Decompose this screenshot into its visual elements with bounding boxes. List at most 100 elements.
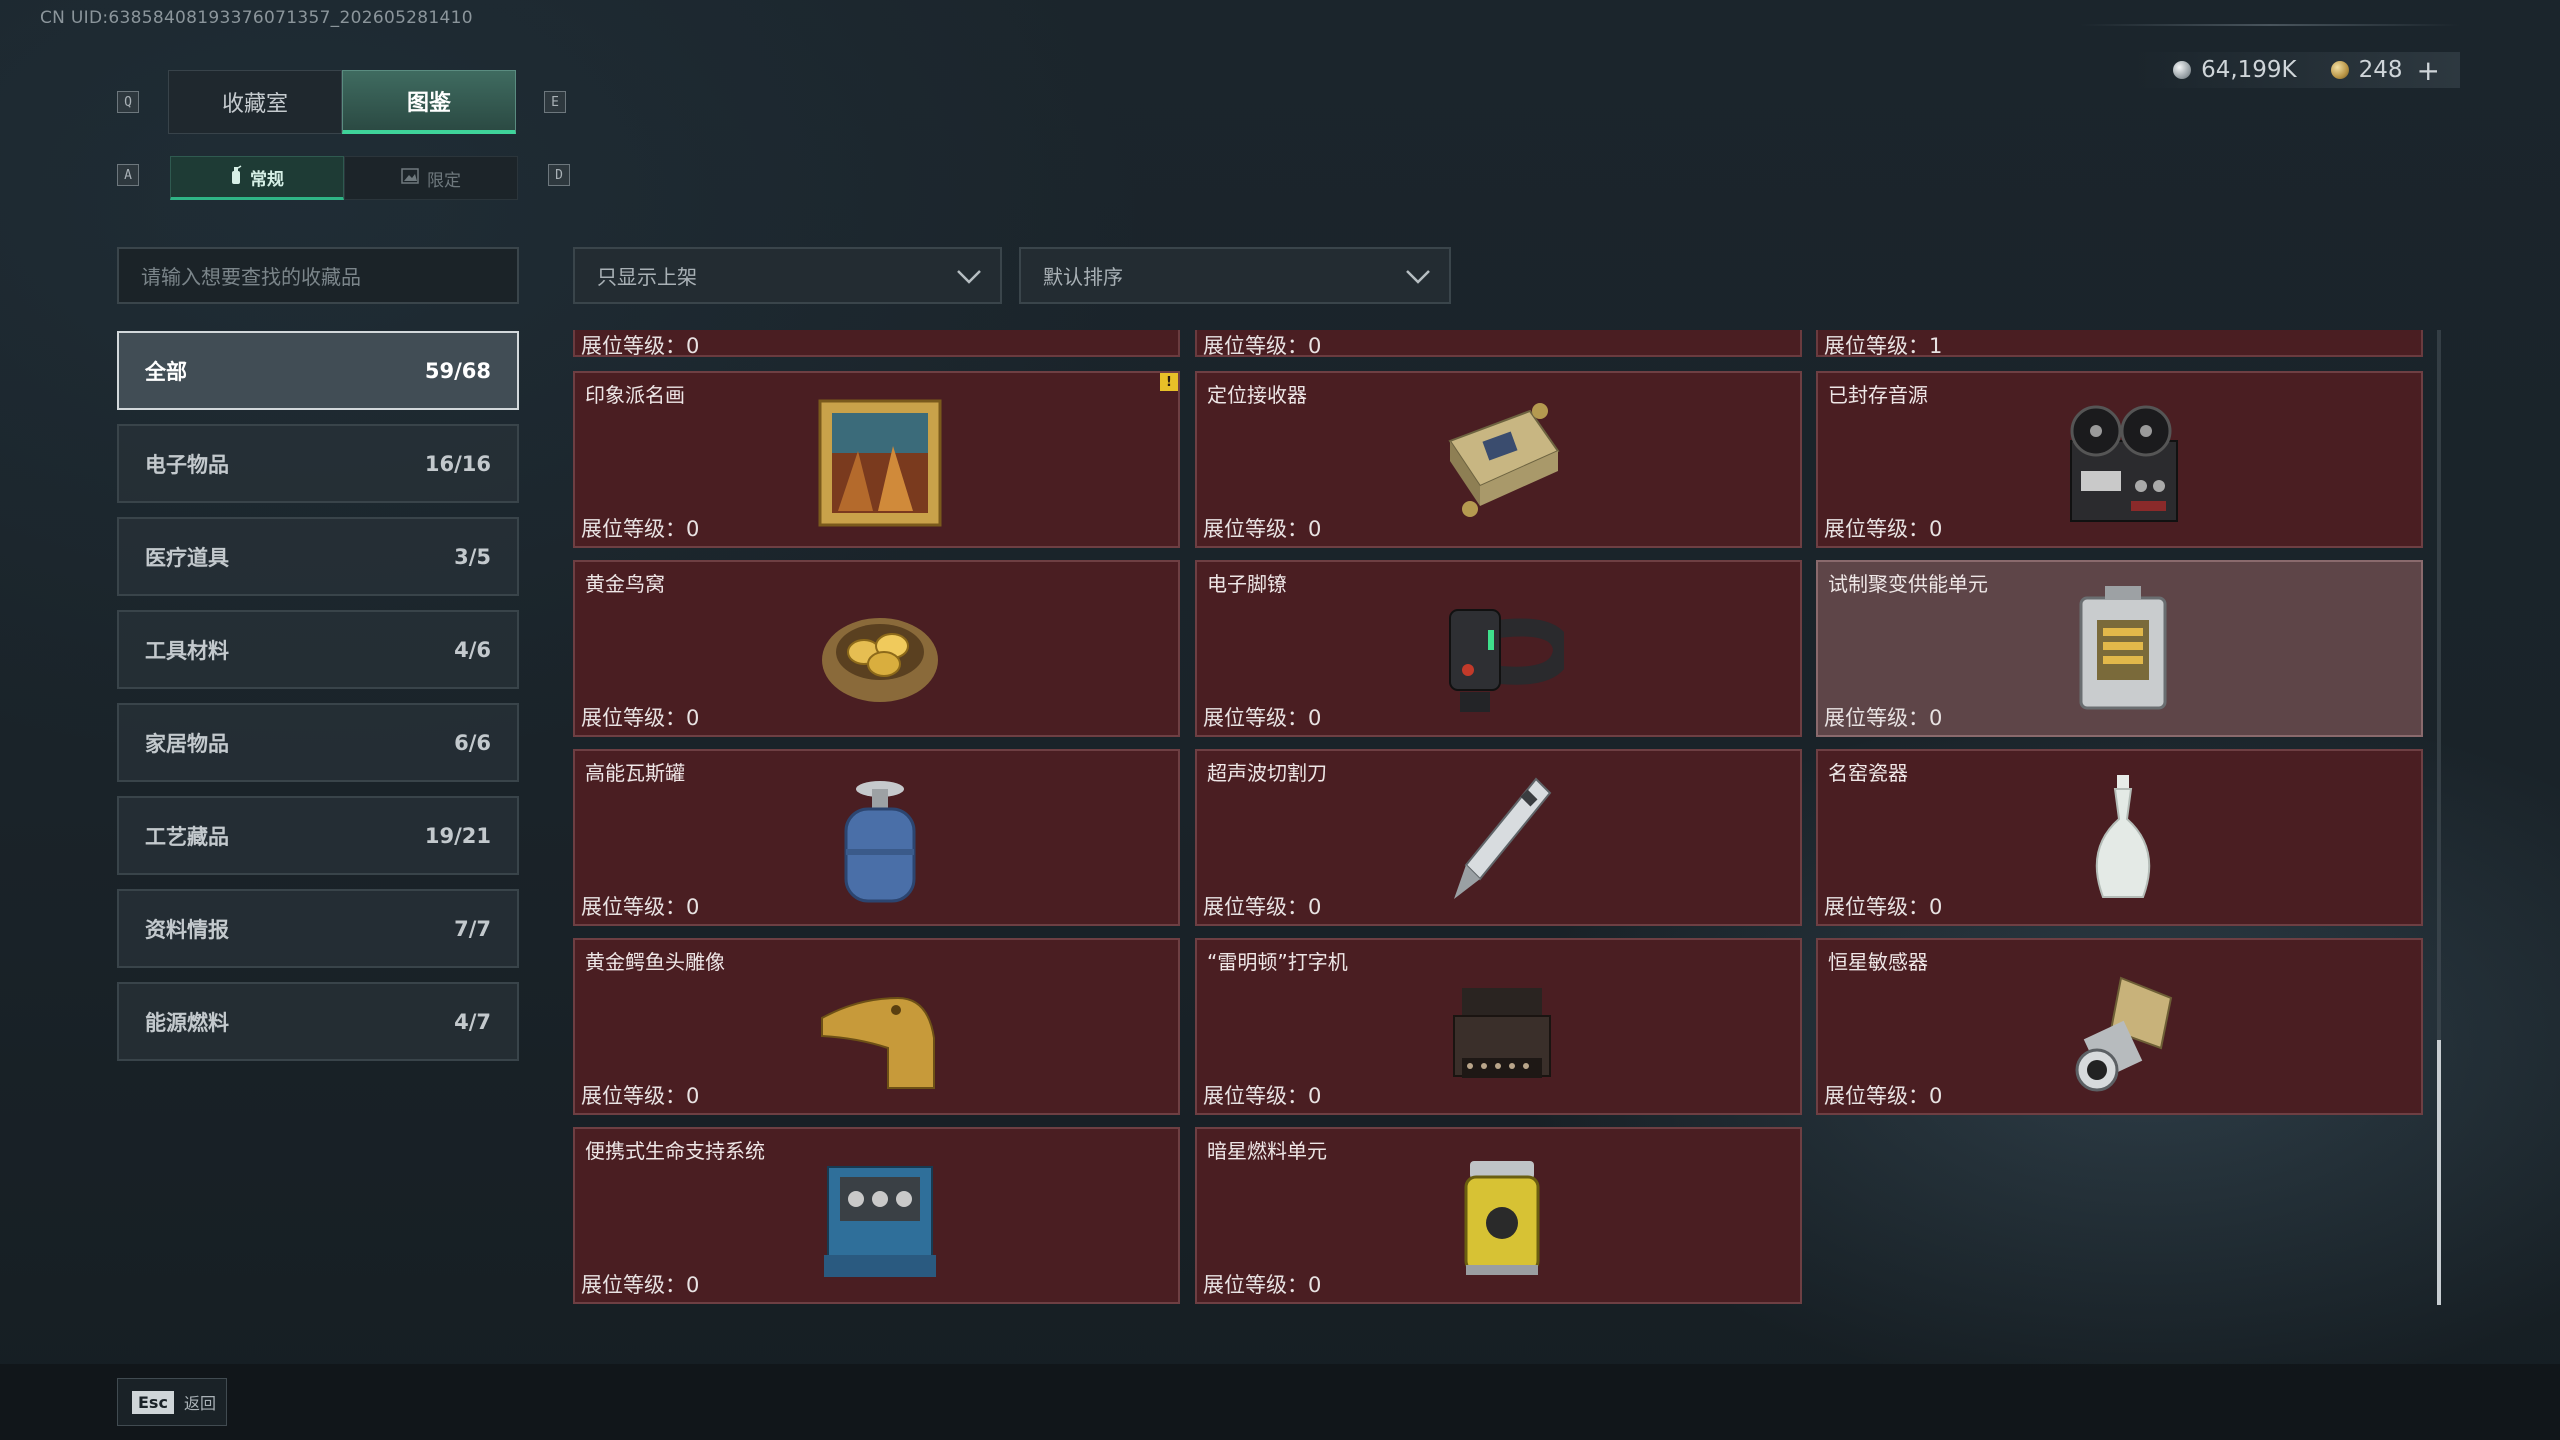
tab-catalog[interactable]: 图鉴 — [342, 70, 516, 134]
ankle-monitor-icon — [1449, 609, 1564, 712]
image-icon — [401, 167, 419, 189]
collection-card[interactable]: 黄金鳄鱼头雕像 展位等级：0 — [573, 938, 1180, 1115]
collection-card[interactable]: 名窑瓷器 展位等级：0 — [1816, 749, 2423, 926]
add-currency-button[interactable]: + — [2417, 54, 2440, 87]
collection-card-partial[interactable]: 展位等级：0 — [573, 330, 1180, 358]
key-hint-e: E — [544, 91, 566, 113]
fuel-cell-icon — [1464, 1161, 1540, 1275]
category-tools[interactable]: 工具材料 4/6 — [117, 610, 519, 689]
collection-card-partial[interactable]: 展位等级：1 — [1816, 330, 2423, 358]
shelf-filter-dropdown[interactable]: 只显示上架 — [573, 247, 1002, 304]
collection-card[interactable]: 高能瓦斯罐 展位等级：0 — [573, 749, 1180, 926]
card-level: 展位等级：0 — [1824, 706, 1943, 730]
category-crafts[interactable]: 工艺藏品 19/21 — [117, 796, 519, 875]
card-level: 展位等级：0 — [1203, 706, 1322, 730]
collection-card[interactable]: 试制聚变供能单元 展位等级：0 — [1816, 560, 2423, 737]
card-level: 展位等级：1 — [1824, 334, 1943, 358]
back-button[interactable]: Esc 返回 — [117, 1378, 227, 1426]
silver-coin-icon — [2173, 61, 2192, 79]
uid-label: CN UID:63858408193376071357_202605281410 — [40, 8, 473, 28]
key-hint-q: Q — [117, 91, 139, 113]
category-household[interactable]: 家居物品 6/6 — [117, 703, 519, 782]
card-name: 试制聚变供能单元 — [1828, 572, 1988, 596]
card-name: 恒星敏感器 — [1828, 950, 1928, 974]
grid-scrollbar[interactable] — [2437, 330, 2441, 1305]
card-level: 展位等级：0 — [581, 1273, 700, 1297]
category-label: 工具材料 — [145, 638, 229, 663]
category-label: 电子物品 — [145, 452, 229, 477]
collection-card-partial[interactable]: 展位等级：0 — [1195, 330, 1802, 358]
collection-card[interactable]: 定位接收器 展位等级：0 — [1195, 371, 1802, 548]
gold-amount: 248 — [2358, 57, 2403, 83]
fusion-core-icon — [2079, 586, 2167, 710]
gps-receiver-icon — [1448, 403, 1560, 517]
card-name: 已封存音源 — [1828, 383, 1928, 407]
currency-bar: 64,199K 248 + — [2133, 52, 2460, 88]
collection-card[interactable]: 便携式生命支持系统 展位等级：0 — [573, 1127, 1180, 1304]
category-count: 4/6 — [454, 637, 491, 662]
esc-key-hint: Esc — [132, 1390, 174, 1414]
card-name: 定位接收器 — [1207, 383, 1307, 407]
category-intel[interactable]: 资料情报 7/7 — [117, 889, 519, 968]
card-level: 展位等级：0 — [1203, 334, 1322, 358]
shelf-filter-value: 只显示上架 — [597, 265, 697, 289]
collection-card[interactable]: 黄金鸟窝 展位等级：0 — [573, 560, 1180, 737]
silver-currency: 64,199K — [2173, 57, 2297, 83]
collection-grid: 展位等级：0 展位等级：0 展位等级：1 印象派名画 ! 展位等级：0 定位接收… — [573, 330, 2425, 1305]
category-count: 6/6 — [454, 730, 491, 755]
collection-card[interactable]: “雷明顿”打字机 展位等级：0 — [1195, 938, 1802, 1115]
card-level: 展位等级：0 — [1203, 895, 1322, 919]
fire-extinguisher-icon — [230, 164, 242, 190]
main-tabs: 收藏室 图鉴 — [168, 70, 516, 134]
scrollbar-thumb[interactable] — [2437, 1040, 2441, 1305]
category-electronics[interactable]: 电子物品 16/16 — [117, 424, 519, 503]
card-name: 高能瓦斯罐 — [585, 761, 685, 785]
category-all[interactable]: 全部 59/68 — [117, 331, 519, 410]
card-level: 展位等级：0 — [1203, 517, 1322, 541]
reel-tape-recorder-icon — [2070, 405, 2178, 522]
back-label: 返回 — [183, 1394, 216, 1413]
category-medical[interactable]: 医疗道具 3/5 — [117, 517, 519, 596]
category-label: 能源燃料 — [145, 1010, 229, 1035]
top-decoration — [2080, 24, 2460, 26]
category-count: 4/7 — [454, 1009, 491, 1034]
collection-card[interactable]: 电子脚镣 展位等级：0 — [1195, 560, 1802, 737]
bottom-bar — [0, 1364, 2560, 1440]
subtab-regular[interactable]: 常规 — [170, 156, 344, 200]
card-level: 展位等级：0 — [581, 334, 700, 358]
card-level: 展位等级：0 — [1203, 1273, 1322, 1297]
card-name: 电子脚镣 — [1207, 572, 1287, 596]
card-name: “雷明顿”打字机 — [1207, 950, 1348, 974]
chevron-down-icon — [1406, 270, 1430, 284]
category-label: 全部 — [145, 359, 187, 384]
card-level: 展位等级：0 — [581, 706, 700, 730]
category-label: 资料情报 — [145, 917, 229, 942]
card-name: 暗星燃料单元 — [1207, 1139, 1327, 1163]
card-level: 展位等级：0 — [1824, 517, 1943, 541]
typewriter-icon — [1453, 988, 1551, 1078]
sub-tabs: 常规 限定 — [170, 156, 518, 200]
golden-nest-icon — [822, 618, 938, 702]
life-support-icon — [824, 1166, 936, 1277]
subtab-limited-label: 限定 — [427, 170, 461, 191]
collection-card[interactable]: 恒星敏感器 展位等级：0 — [1816, 938, 2423, 1115]
card-level: 展位等级：0 — [581, 1084, 700, 1108]
category-energy[interactable]: 能源燃料 4/7 — [117, 982, 519, 1061]
collection-card[interactable]: 暗星燃料单元 展位等级：0 — [1195, 1127, 1802, 1304]
tab-collection-room[interactable]: 收藏室 — [168, 70, 342, 134]
search-input[interactable]: 请输入想要查找的收藏品 — [117, 247, 519, 304]
category-count: 7/7 — [454, 916, 491, 941]
subtab-limited[interactable]: 限定 — [344, 156, 518, 200]
collection-card[interactable]: 超声波切割刀 展位等级：0 — [1195, 749, 1802, 926]
category-label: 医疗道具 — [145, 545, 229, 570]
card-name: 黄金鳄鱼头雕像 — [585, 950, 725, 974]
gold-coin-icon — [2330, 61, 2349, 79]
sort-dropdown[interactable]: 默认排序 — [1019, 247, 1451, 304]
sort-value: 默认排序 — [1043, 265, 1123, 289]
collection-card[interactable]: 印象派名画 ! 展位等级：0 — [573, 371, 1180, 548]
card-name: 印象派名画 — [585, 383, 685, 407]
category-list: 全部 59/68 电子物品 16/16 医疗道具 3/5 工具材料 4/6 家居… — [117, 331, 519, 1075]
category-count: 3/5 — [454, 544, 491, 569]
golden-crocodile-statue-icon — [821, 996, 935, 1089]
collection-card[interactable]: 已封存音源 展位等级：0 — [1816, 371, 2423, 548]
